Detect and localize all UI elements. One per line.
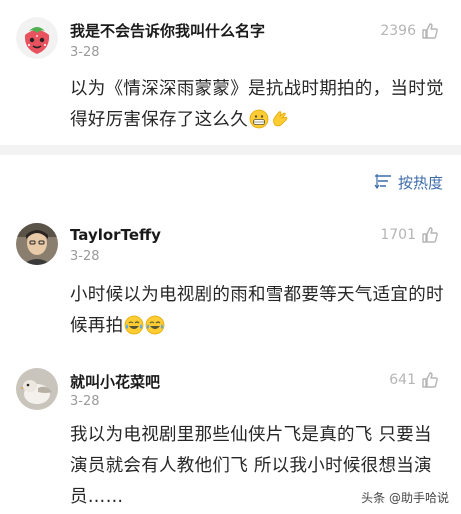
bird-photo-avatar-icon[interactable] — [16, 368, 58, 410]
watermark: 头条 @助手哈说 — [361, 489, 449, 506]
like-button[interactable]: 1701 — [380, 226, 439, 244]
like-count: 2396 — [380, 23, 416, 39]
laugh-cry-emoji-icon — [124, 315, 144, 346]
clap-emoji-icon — [270, 109, 290, 140]
laugh-cry-emoji-icon — [145, 315, 165, 346]
strawberry-avatar-icon[interactable] — [16, 17, 58, 59]
comment-body: 小时候以为电视剧的雨和雪都要等天气适宜的时候再拍 — [70, 280, 445, 346]
thumbs-up-icon — [421, 371, 439, 389]
comment-body: 以为《情深深雨蒙蒙》是抗战时期拍的，当时觉得好厉害保存了这么久 — [70, 74, 445, 140]
sort-label: 按热度 — [397, 174, 443, 192]
comment-username[interactable]: TaylorTeffy — [70, 226, 161, 244]
grin-emoji-icon — [249, 109, 269, 140]
sort-icon — [374, 173, 392, 193]
like-count: 641 — [389, 372, 416, 388]
person-photo-avatar-icon[interactable] — [16, 223, 58, 265]
thumbs-up-icon — [421, 22, 439, 40]
comment-username[interactable]: 就叫小花菜吧 — [70, 371, 160, 392]
comment-date: 3-28 — [70, 249, 100, 264]
watermark-text: 头条 @助手哈说 — [361, 491, 449, 505]
comment-date: 3-28 — [70, 394, 100, 409]
comment-username[interactable]: 我是不会告诉你我叫什么名字 — [70, 20, 265, 41]
like-count: 1701 — [380, 227, 416, 243]
thumbs-up-icon — [421, 226, 439, 244]
comment-date: 3-28 — [70, 45, 100, 60]
like-button[interactable]: 2396 — [380, 22, 439, 40]
section-divider — [0, 145, 461, 155]
like-button[interactable]: 641 — [389, 371, 439, 389]
sort-button[interactable]: 按热度 — [374, 172, 443, 193]
